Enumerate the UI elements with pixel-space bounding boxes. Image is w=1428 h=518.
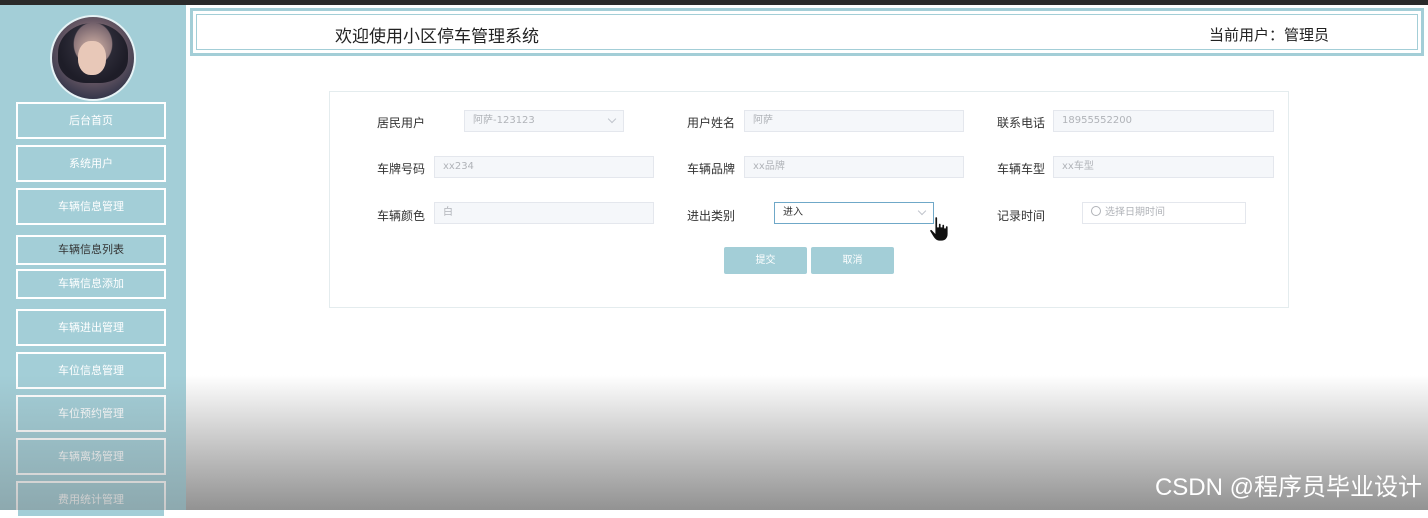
chevron-down-icon — [917, 206, 927, 216]
clock-icon — [1091, 206, 1101, 216]
watermark-text: CSDN @程序员毕业设计 — [1154, 474, 1422, 501]
page-title: 欢迎使用小区停车管理系统 — [335, 27, 539, 47]
user-name-label: 用户姓名 — [687, 116, 736, 130]
sidebar-subitem-vehicle-add[interactable]: 车辆信息添加 — [16, 269, 166, 299]
user-name-field[interactable]: 阿萨 — [744, 110, 964, 132]
sidebar-item-vehicle-departure[interactable]: 车辆离场管理 — [16, 438, 166, 475]
vehicle-model-label: 车辆车型 — [997, 162, 1046, 176]
page-header: 欢迎使用小区停车管理系统 当前用户：管理员 — [190, 8, 1424, 56]
sidebar-item-dashboard[interactable]: 后台首页 — [16, 102, 166, 139]
vehicle-brand-label: 车辆品牌 — [687, 162, 736, 176]
resident-user-label: 居民用户 — [377, 116, 426, 130]
vehicle-brand-field[interactable]: xx品牌 — [744, 156, 964, 178]
record-time-picker[interactable]: 选择日期时间 — [1082, 202, 1246, 224]
top-edge-bar — [0, 0, 1428, 5]
sidebar-item-parking-space[interactable]: 车位信息管理 — [16, 352, 166, 389]
avatar — [50, 15, 136, 101]
chevron-down-icon — [607, 114, 617, 124]
sidebar-item-system-users[interactable]: 系统用户 — [16, 145, 166, 182]
record-time-placeholder: 选择日期时间 — [1105, 207, 1165, 218]
current-user-label: 当前用户：管理员 — [1208, 26, 1329, 44]
submit-button[interactable]: 提交 — [724, 247, 807, 274]
vehicle-color-label: 车辆颜色 — [377, 209, 426, 223]
hand-cursor-icon — [929, 216, 949, 242]
vehicle-model-field[interactable]: xx车型 — [1053, 156, 1274, 178]
entry-type-value: 进入 — [783, 207, 803, 218]
sidebar-item-fee-statistics[interactable]: 费用统计管理 — [16, 481, 166, 518]
resident-user-select[interactable]: 阿萨-123123 — [464, 110, 624, 132]
plate-number-label: 车牌号码 — [377, 162, 426, 176]
phone-field[interactable]: 18955552200 — [1053, 110, 1274, 132]
record-time-label: 记录时间 — [997, 209, 1046, 223]
sidebar-subitem-vehicle-list[interactable]: 车辆信息列表 — [16, 235, 166, 265]
cancel-button[interactable]: 取消 — [811, 247, 894, 274]
vehicle-color-field[interactable]: 白 — [434, 202, 654, 224]
avatar-face — [78, 41, 106, 75]
entry-type-label: 进出类别 — [687, 209, 736, 223]
sidebar-item-vehicle-info[interactable]: 车辆信息管理 — [16, 188, 166, 225]
sidebar-item-parking-reservation[interactable]: 车位预约管理 — [16, 395, 166, 432]
resident-user-value: 阿萨-123123 — [473, 115, 535, 126]
entry-type-select[interactable]: 进入 — [774, 202, 934, 224]
phone-label: 联系电话 — [997, 116, 1046, 130]
sidebar-item-vehicle-access[interactable]: 车辆进出管理 — [16, 309, 166, 346]
plate-number-field[interactable]: xx234 — [434, 156, 654, 178]
